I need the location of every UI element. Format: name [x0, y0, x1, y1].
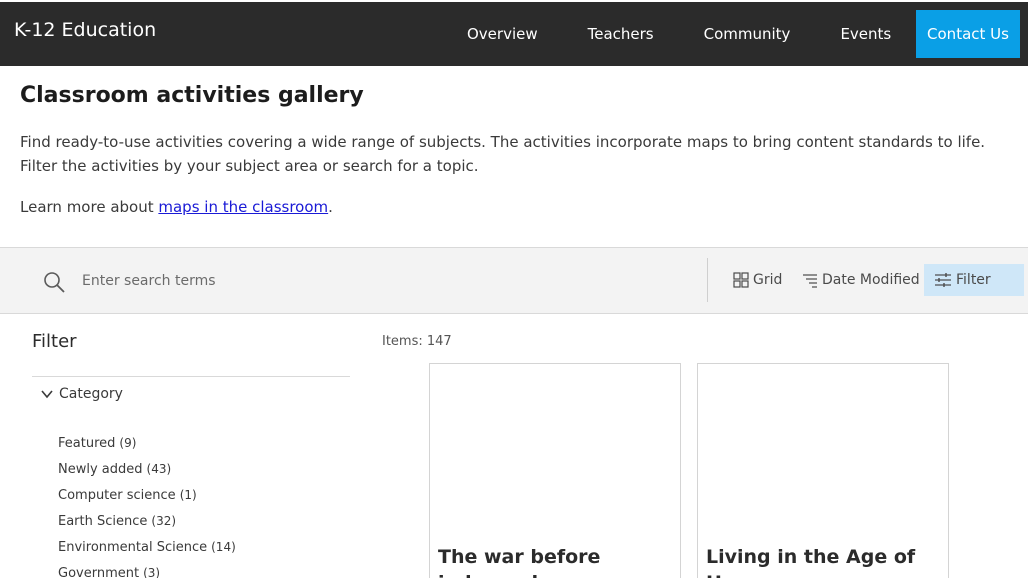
category-item-count: (32)	[151, 514, 177, 528]
category-item-count: (9)	[119, 436, 137, 450]
grid-icon	[733, 272, 749, 288]
category-item-computer-science[interactable]: Computer science (1)	[58, 482, 236, 508]
category-item-count: (14)	[211, 540, 236, 554]
category-item-environmental-science[interactable]: Environmental Science (14)	[58, 534, 236, 560]
learn-more-prefix: Learn more about	[20, 198, 159, 216]
maps-in-classroom-link[interactable]: maps in the classroom	[158, 198, 328, 216]
category-section-toggle[interactable]: Category	[40, 386, 123, 402]
grid-label: Grid	[753, 272, 783, 288]
category-item-newly-added[interactable]: Newly added (43)	[58, 456, 236, 482]
sort-icon	[803, 274, 817, 288]
intro-description: Find ready-to-use activities covering a …	[20, 133, 986, 175]
filter-panel-title: Filter	[32, 331, 77, 352]
category-item-label: Newly added	[58, 461, 143, 477]
category-label: Category	[59, 386, 123, 402]
category-item-featured[interactable]: Featured (9)	[58, 430, 236, 456]
filter-sliders-icon	[935, 273, 951, 287]
filter-toggle-button[interactable]: Filter	[924, 264, 1024, 296]
filter-divider	[32, 376, 350, 377]
category-list: Featured (9) Newly added (43) Computer sci…	[58, 430, 236, 578]
learn-more-text: Learn more about maps in the classroom.	[20, 195, 333, 219]
category-item-government[interactable]: Government (3)	[58, 560, 236, 578]
search-icon	[44, 272, 65, 293]
activity-card[interactable]: The war before independence	[429, 363, 681, 578]
main-nav: Overview Teachers Community Events	[448, 2, 907, 66]
category-item-label: Earth Science	[58, 513, 148, 529]
sort-button[interactable]: Date Modified	[802, 264, 920, 296]
search-input[interactable]	[74, 266, 694, 296]
category-item-count: (1)	[179, 488, 197, 502]
activity-card[interactable]: Living in the Age of Humans	[697, 363, 949, 578]
items-count: Items: 147	[382, 334, 452, 349]
activity-card-title[interactable]: Living in the Age of Humans	[706, 544, 942, 578]
nav-community[interactable]: Community	[679, 2, 816, 66]
page-title: Classroom activities gallery	[20, 83, 364, 108]
chevron-down-icon	[41, 390, 53, 399]
contact-us-button[interactable]: Contact Us	[916, 10, 1020, 58]
category-item-label: Government	[58, 565, 140, 578]
category-item-label: Featured	[58, 435, 116, 451]
nav-teachers[interactable]: Teachers	[563, 2, 679, 66]
activity-card-title[interactable]: The war before independence	[438, 544, 674, 578]
top-nav-bar: K-12 Education Overview Teachers Communi…	[0, 0, 1028, 66]
site-brand[interactable]: K-12 Education	[14, 19, 156, 41]
filter-label: Filter	[956, 272, 991, 288]
learn-more-suffix: .	[328, 198, 333, 216]
sort-label: Date Modified	[822, 272, 920, 288]
category-item-count: (43)	[146, 462, 172, 476]
category-item-earth-science[interactable]: Earth Science (32)	[58, 508, 236, 534]
grid-view-button[interactable]: Grid	[733, 264, 782, 296]
nav-events[interactable]: Events	[815, 2, 907, 66]
toolbar-divider	[707, 258, 708, 302]
gallery-toolbar: Grid Date Modified Filter	[0, 247, 1028, 314]
category-item-count: (3)	[143, 566, 161, 578]
category-item-label: Environmental Science	[58, 539, 208, 555]
nav-overview[interactable]: Overview	[448, 2, 563, 66]
category-item-label: Computer science	[58, 487, 176, 503]
